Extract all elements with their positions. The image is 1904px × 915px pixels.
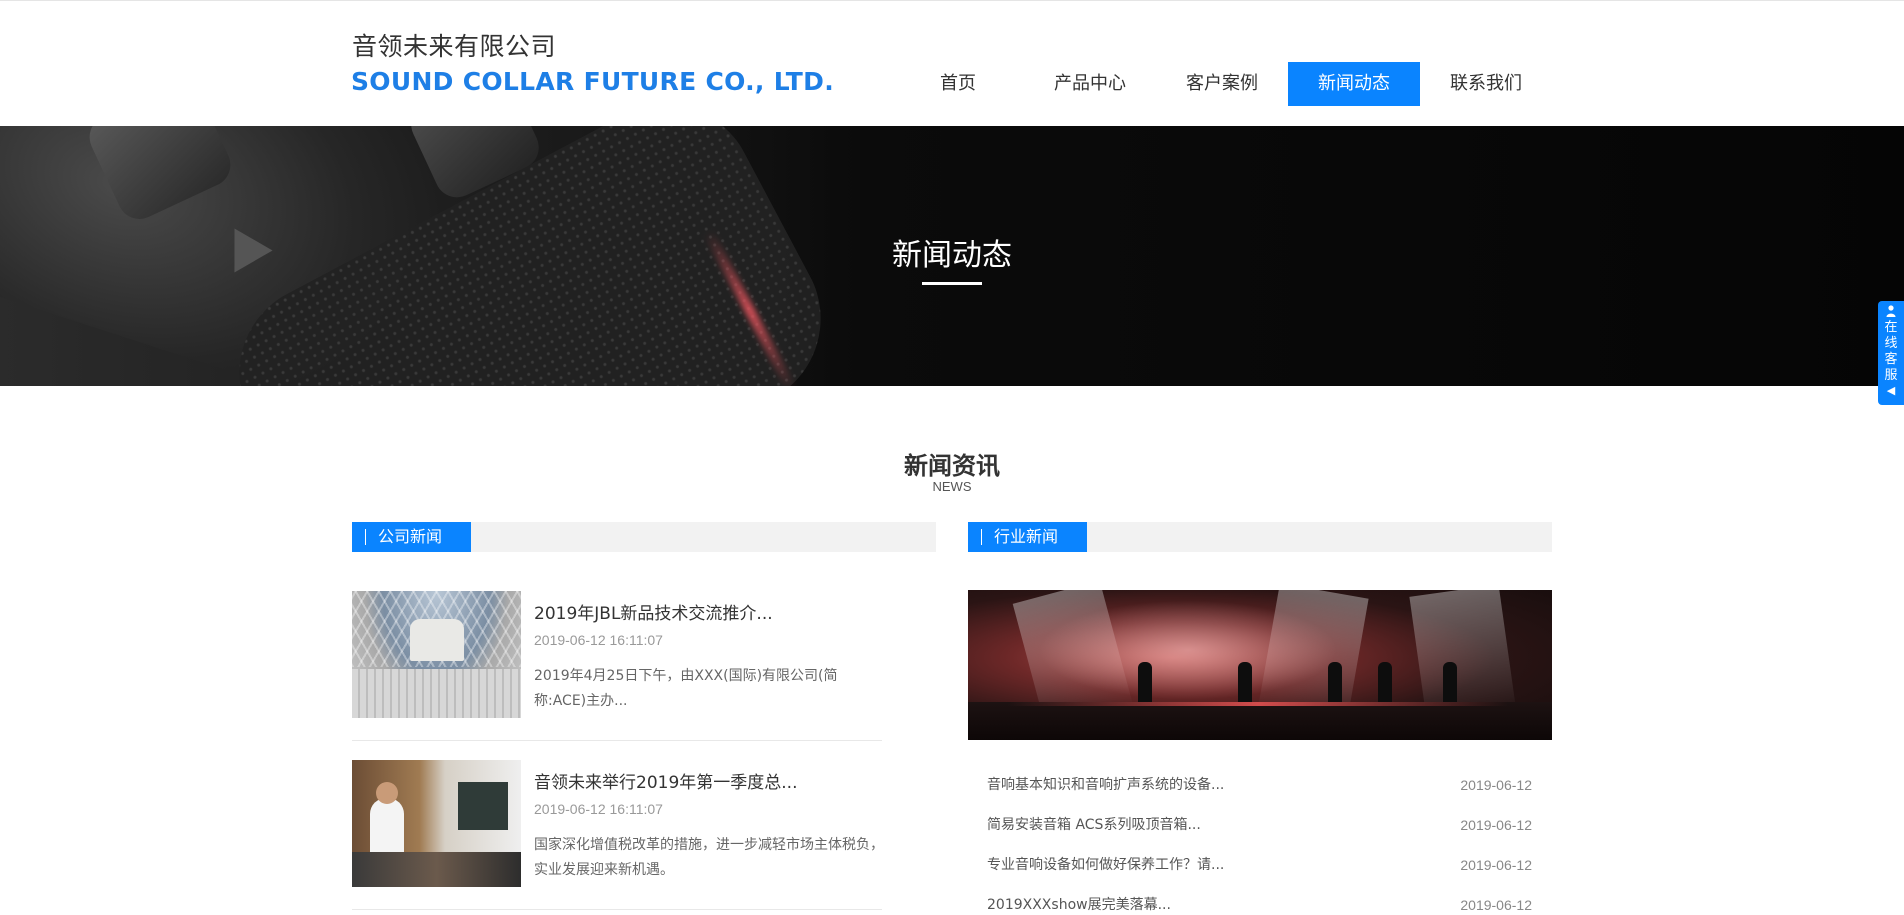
list-item[interactable]: 2019XXXshow展完美落幕... 2019-06-12: [968, 885, 1552, 915]
online-service-tab[interactable]: 在线客服 ◀: [1878, 301, 1904, 405]
news-date: 2019-06-12 16:11:07: [534, 632, 663, 648]
tab-company-news[interactable]: 公司新闻: [352, 522, 471, 552]
company-news-header: 公司新闻: [352, 522, 936, 552]
news-thumbnail[interactable]: [352, 760, 521, 887]
tab-industry-news[interactable]: 行业新闻: [968, 522, 1087, 552]
nav-products[interactable]: 产品中心: [1024, 62, 1156, 106]
news-item[interactable]: 2019年JBL新品技术交流推介... 2019-06-12 16:11:07 …: [352, 591, 882, 741]
banner-title: 新闻动态: [892, 238, 1012, 273]
news-item[interactable]: 音领未来举行2019年第一季度总... 2019-06-12 16:11:07 …: [352, 760, 884, 910]
nav-news[interactable]: 新闻动态: [1288, 62, 1420, 106]
industry-news-list: 音响基本知识和音响扩声系统的设备... 2019-06-12 简易安装音箱 AC…: [968, 765, 1552, 915]
news-summary: 国家深化增值税改革的措施，进一步减轻市场主体税负，实业发展迎来新机遇。: [534, 837, 884, 878]
industry-news-header: 行业新闻: [968, 522, 1552, 552]
news-summary: 2019年4月25日下午，由XXX(国际)有限公司(简称:ACE)主办...: [534, 668, 838, 709]
news-thumbnail[interactable]: [352, 591, 521, 718]
list-item-title[interactable]: 2019XXXshow展完美落幕...: [987, 885, 1171, 915]
list-item-date: 2019-06-12: [1460, 897, 1532, 913]
online-service-label: 在线客服: [1884, 319, 1898, 382]
list-item-date: 2019-06-12: [1460, 817, 1532, 833]
logo-chinese[interactable]: 音领未来有限公司: [352, 27, 556, 63]
banner-underline: [922, 282, 982, 285]
nav-home[interactable]: 首页: [892, 62, 1024, 106]
list-item-date: 2019-06-12: [1460, 857, 1532, 873]
news-title[interactable]: 音领未来举行2019年第一季度总...: [534, 768, 797, 793]
list-item-title[interactable]: 音响基本知识和音响扩声系统的设备...: [987, 765, 1224, 805]
news-date: 2019-06-12 16:11:07: [534, 801, 663, 817]
news-title[interactable]: 2019年JBL新品技术交流推介...: [534, 599, 773, 624]
list-item-title[interactable]: 专业音响设备如何做好保养工作？请...: [987, 845, 1224, 885]
person-icon: [1886, 305, 1896, 317]
list-item[interactable]: 专业音响设备如何做好保养工作？请... 2019-06-12: [968, 845, 1552, 885]
collapse-arrow-icon[interactable]: ◀: [1878, 383, 1904, 399]
section-title: 新闻资讯: [904, 452, 1000, 480]
list-item-date: 2019-06-12: [1460, 777, 1532, 793]
nav-cases[interactable]: 客户案例: [1156, 62, 1288, 106]
list-item[interactable]: 简易安装音箱 ACS系列吸顶音箱... 2019-06-12: [968, 805, 1552, 845]
list-item[interactable]: 音响基本知识和音响扩声系统的设备... 2019-06-12: [968, 765, 1552, 805]
list-item-title[interactable]: 简易安装音箱 ACS系列吸顶音箱...: [987, 805, 1201, 845]
page-banner: 新闻动态: [0, 126, 1904, 386]
site-header: 音领未来有限公司 SOUND COLLAR FUTURE CO., LTD. 首…: [0, 0, 1904, 126]
logo-english[interactable]: SOUND COLLAR FUTURE CO., LTD.: [351, 67, 834, 96]
main-nav: 首页 产品中心 客户案例 新闻动态 联系我们: [892, 62, 1552, 106]
industry-feature-image[interactable]: [968, 590, 1552, 740]
section-subtitle: NEWS: [932, 479, 972, 494]
nav-contact[interactable]: 联系我们: [1420, 62, 1552, 106]
